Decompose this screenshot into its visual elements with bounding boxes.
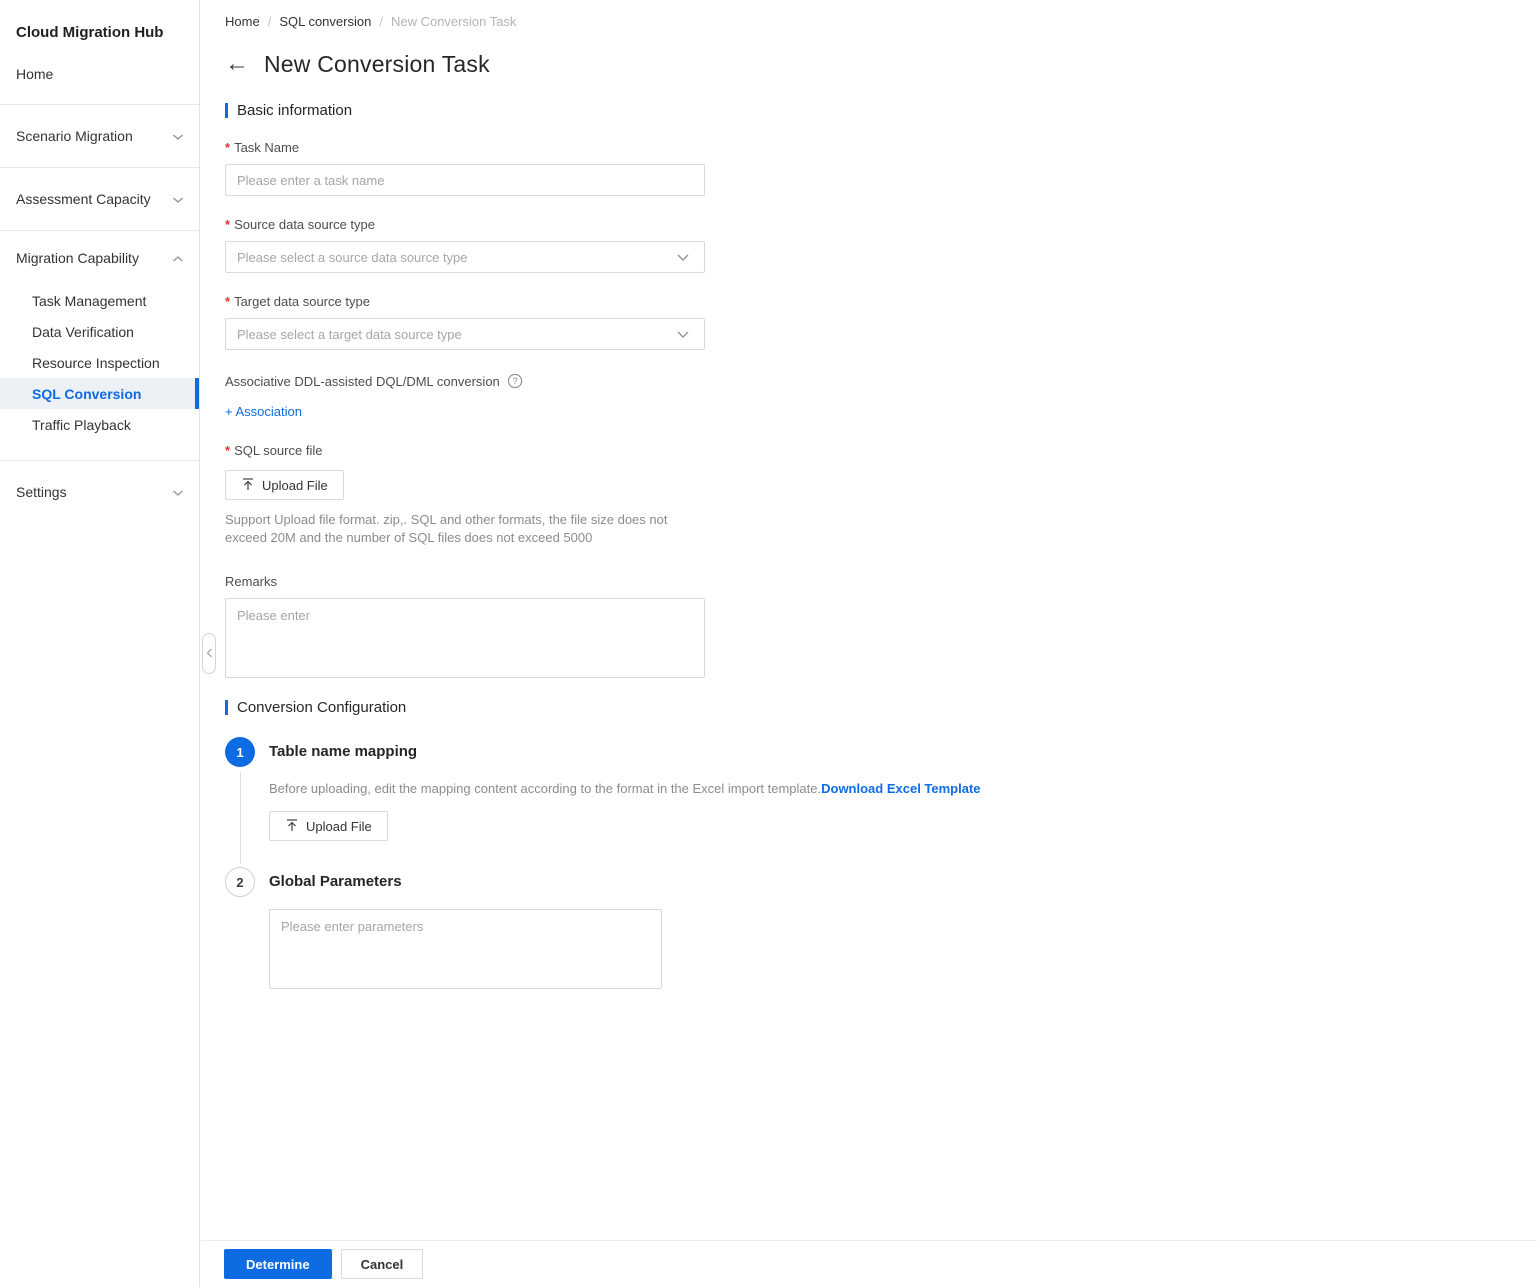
breadcrumb: Home / SQL conversion / New Conversion T…: [225, 14, 1537, 29]
step-rail: 1: [225, 737, 255, 867]
chevron-down-icon: [172, 128, 184, 144]
step-2-title: Global Parameters: [269, 873, 402, 890]
step-body: Global Parameters: [269, 867, 1537, 1018]
section-conversion-configuration: Conversion Configuration: [225, 699, 1537, 716]
step-1-badge: 1: [225, 737, 255, 767]
form-footer: Determine Cancel: [201, 1240, 1537, 1287]
target-type-label: * Target data source type: [225, 294, 370, 309]
select-placeholder: Please select a target data source type: [237, 326, 462, 342]
page-header: ← New Conversion Task: [225, 50, 1537, 78]
sidebar-item-traffic-playback[interactable]: Traffic Playback: [0, 409, 199, 440]
chevron-down-icon: [172, 484, 184, 500]
sidebar-group-assessment-capacity[interactable]: Assessment Capacity: [0, 168, 199, 230]
step-body: Table name mapping Before uploading, edi…: [269, 737, 1537, 867]
sidebar-item-label: SQL Conversion: [32, 385, 142, 402]
upload-hint-text: Support Upload file format. zip,. SQL an…: [225, 512, 668, 545]
required-mark: *: [225, 443, 231, 458]
section-title: Basic information: [237, 102, 353, 119]
sidebar-group-settings[interactable]: Settings: [0, 461, 199, 523]
upload-button-label: Upload File: [262, 477, 328, 493]
chevron-up-icon: [172, 250, 184, 266]
app-title: Cloud Migration Hub: [16, 24, 164, 41]
active-indicator: [195, 378, 199, 409]
back-arrow-icon[interactable]: ←: [225, 50, 249, 78]
sidebar-collapse-handle[interactable]: [202, 633, 216, 674]
sidebar-item-data-verification[interactable]: Data Verification: [0, 316, 199, 347]
step-1-title: Table name mapping: [269, 743, 418, 760]
sidebar-item-home[interactable]: Home: [0, 64, 199, 84]
sidebar-group-label: Assessment Capacity: [16, 191, 151, 207]
section-accent-bar: [225, 700, 228, 715]
svg-text:?: ?: [512, 376, 517, 386]
sidebar-group-migration-capability[interactable]: Migration Capability: [0, 231, 199, 285]
breadcrumb-home[interactable]: Home: [225, 14, 260, 29]
cancel-button[interactable]: Cancel: [340, 1249, 424, 1279]
sidebar-item-resource-inspection[interactable]: Resource Inspection: [0, 347, 199, 378]
association-label-row: Associative DDL-assisted DQL/DML convers…: [225, 373, 1537, 389]
source-type-select[interactable]: Please select a source data source type: [225, 241, 705, 273]
required-mark: *: [225, 140, 231, 155]
step-rail: 2: [225, 867, 255, 1018]
select-placeholder: Please select a source data source type: [237, 249, 468, 265]
upload-icon: [285, 818, 299, 835]
chevron-down-icon: [172, 191, 184, 207]
mapping-upload-button[interactable]: Upload File: [269, 811, 388, 841]
source-type-label: * Source data source type: [225, 217, 375, 232]
section-basic-information: Basic information: [225, 102, 1537, 119]
step-connector-line: [239, 772, 241, 864]
breadcrumb-separator: /: [267, 14, 272, 29]
sidebar-group-label: Scenario Migration: [16, 128, 133, 144]
section-title: Conversion Configuration: [237, 699, 407, 716]
sidebar-submenu-migration-capability: Task Management Data Verification Resour…: [0, 285, 199, 450]
association-label: Associative DDL-assisted DQL/DML convers…: [225, 373, 500, 389]
remarks-label: Remarks: [225, 574, 278, 589]
download-excel-template-link[interactable]: Download Excel Template: [821, 781, 980, 796]
breadcrumb-separator: /: [379, 14, 383, 29]
step-global-parameters: 2 Global Parameters: [225, 867, 1537, 1018]
target-type-select[interactable]: Please select a target data source type: [225, 318, 705, 350]
main-content: Home / SQL conversion / New Conversion T…: [201, 0, 1537, 1287]
upload-button-label: Upload File: [306, 818, 372, 834]
conversion-steps: 1 Table name mapping Before uploading, e…: [225, 737, 1537, 1018]
step-2-badge: 2: [225, 867, 255, 897]
breadcrumb-current: New Conversion Task: [390, 14, 517, 29]
sidebar: Cloud Migration Hub Home Scenario Migrat…: [0, 0, 200, 1287]
section-accent-bar: [225, 103, 228, 118]
chevron-down-icon: [676, 327, 690, 342]
add-association-link[interactable]: + Association: [225, 404, 302, 419]
sidebar-group-label: Migration Capability: [16, 250, 139, 266]
sql-source-file-label: * SQL source file: [225, 443, 323, 458]
required-mark: *: [225, 217, 231, 232]
task-name-label: * Task Name: [225, 140, 300, 155]
step-1-description: Before uploading, edit the mapping conte…: [269, 781, 981, 796]
page-title: New Conversion Task: [264, 50, 490, 77]
sidebar-item-sql-conversion[interactable]: SQL Conversion: [0, 378, 199, 409]
global-parameters-textarea[interactable]: [269, 909, 662, 989]
sql-source-upload-button[interactable]: Upload File: [225, 470, 344, 500]
determine-button[interactable]: Determine: [224, 1249, 332, 1279]
remarks-textarea[interactable]: [225, 598, 705, 678]
question-circle-icon[interactable]: ?: [507, 373, 523, 389]
sidebar-group-scenario-migration[interactable]: Scenario Migration: [0, 105, 199, 167]
required-mark: *: [225, 294, 231, 309]
upload-icon: [241, 477, 255, 494]
breadcrumb-sql-conversion[interactable]: SQL conversion: [279, 14, 371, 29]
chevron-down-icon: [676, 250, 690, 265]
sidebar-item-task-management[interactable]: Task Management: [0, 285, 199, 316]
task-name-input[interactable]: [225, 164, 705, 196]
chevron-left-icon: [206, 646, 213, 661]
step-table-name-mapping: 1 Table name mapping Before uploading, e…: [225, 737, 1537, 867]
sidebar-group-label: Settings: [16, 484, 67, 500]
